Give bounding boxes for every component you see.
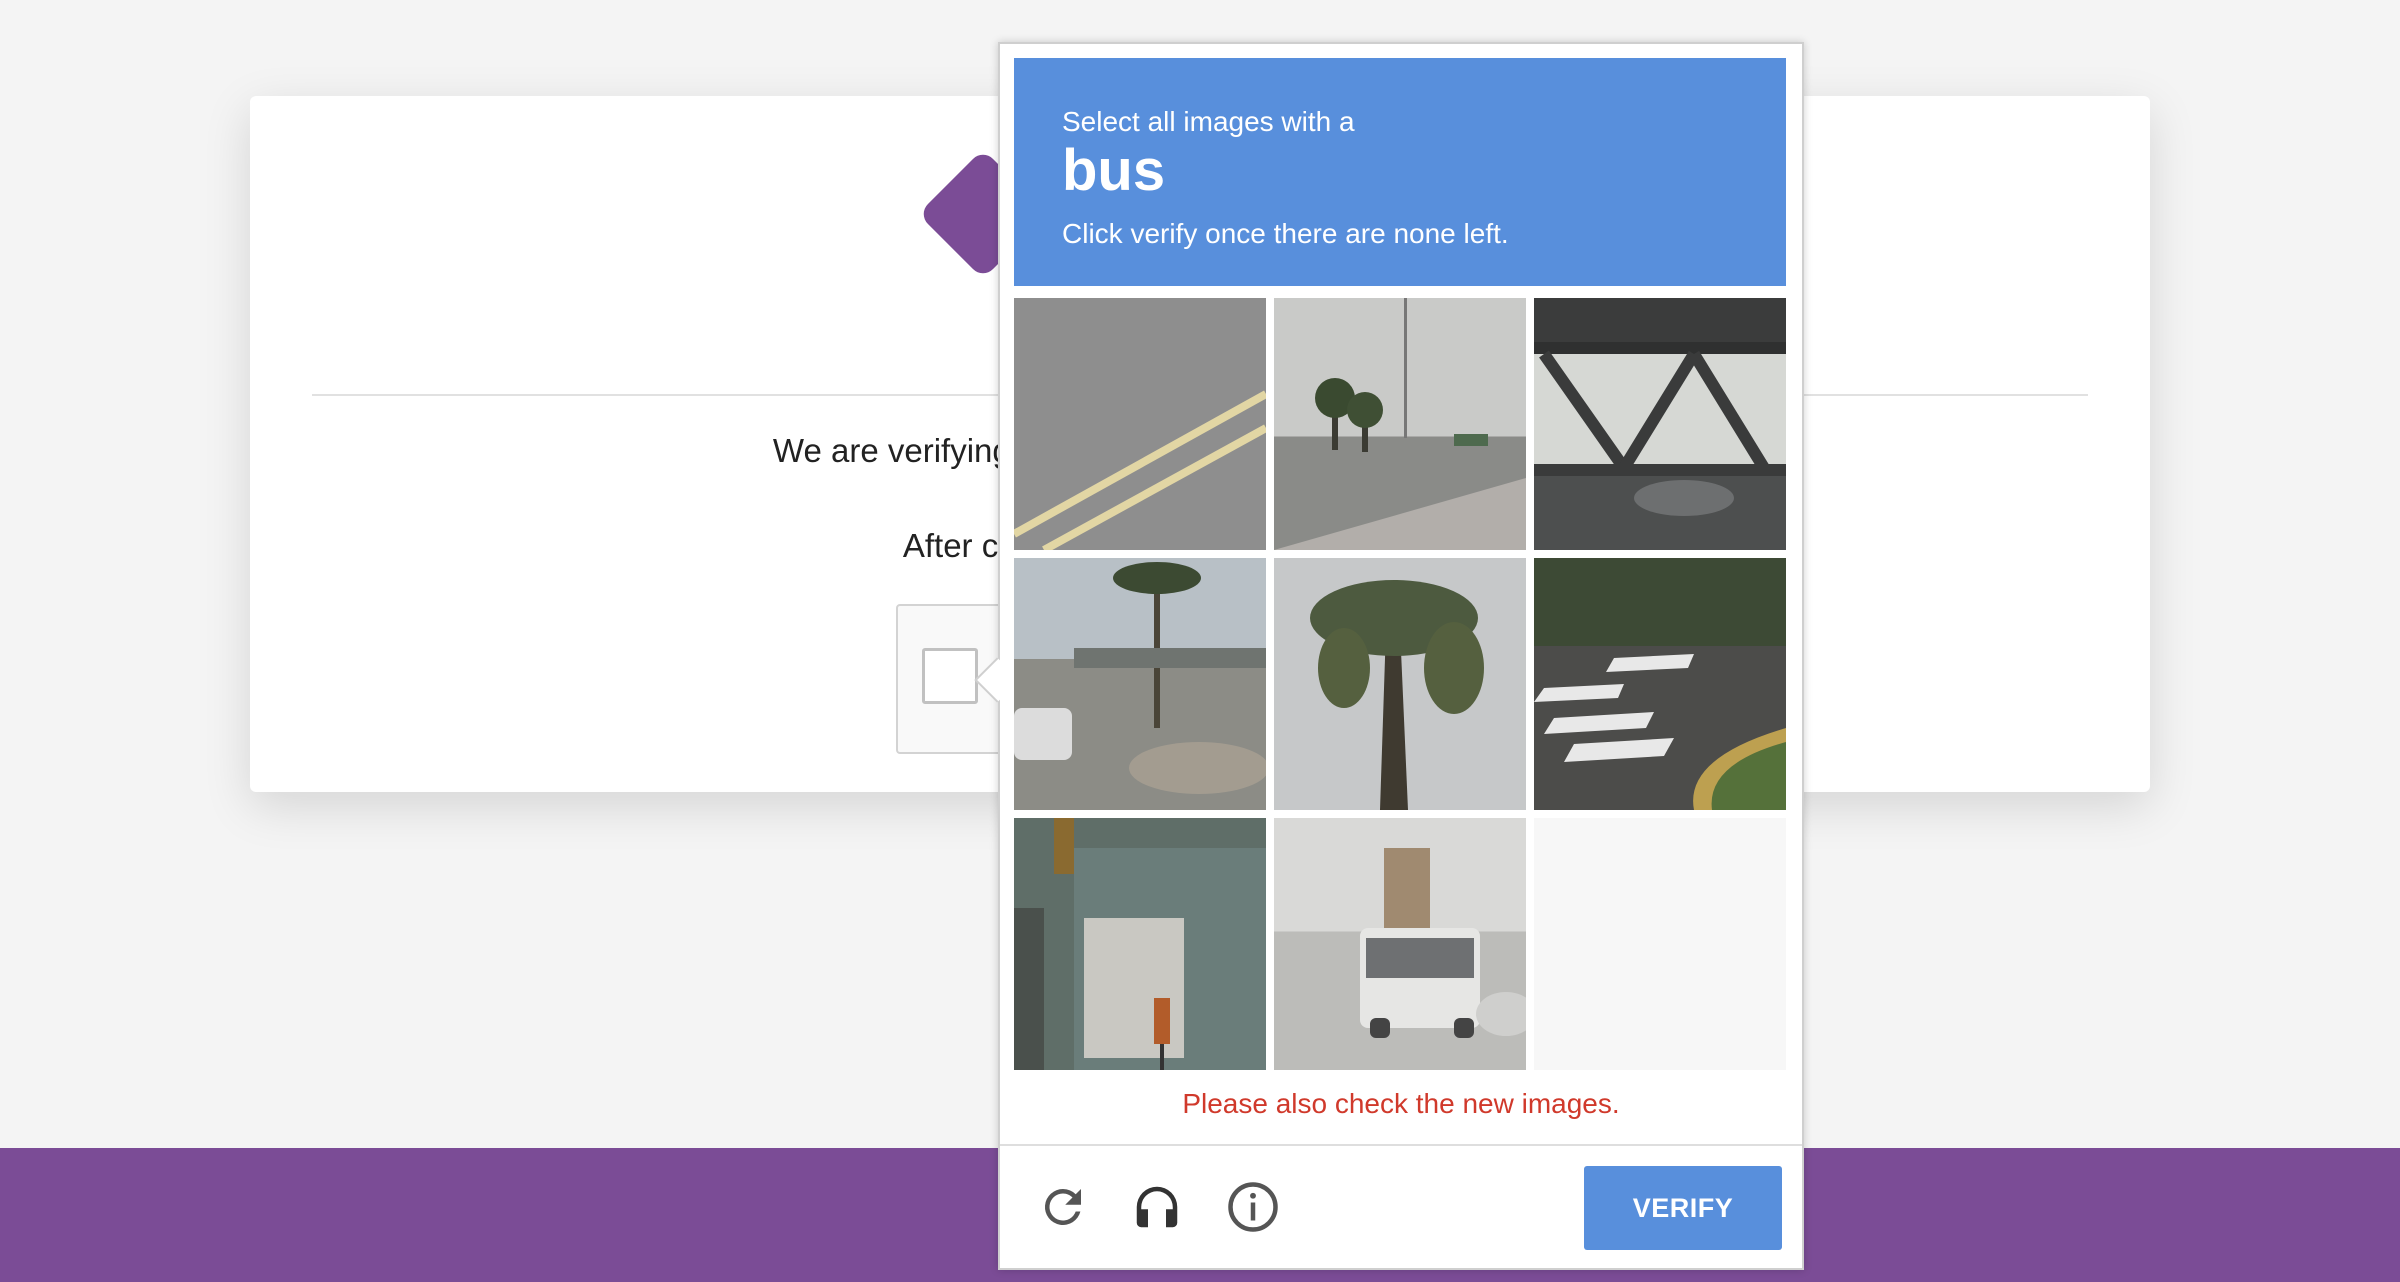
image-tile[interactable]	[1014, 818, 1266, 1070]
palm-tree-street-image	[1014, 562, 1266, 794]
footer-divider	[1000, 1144, 1802, 1146]
bridge-image	[1534, 298, 1786, 516]
captcha-challenge-popup: Select all images with a bus Click verif…	[974, 42, 1804, 1270]
palm-trees-road-image	[1274, 298, 1526, 550]
road-lines-image	[1014, 390, 1266, 550]
image-tile[interactable]	[1014, 298, 1266, 550]
verify-button[interactable]: VERIFY	[1584, 1166, 1782, 1250]
target-object-label: bus	[1062, 138, 1166, 203]
instruction-subtext: Click verify once there are none left.	[1062, 218, 1509, 249]
reload-button[interactable]	[1036, 1180, 1090, 1234]
recaptcha-checkbox[interactable]	[922, 648, 978, 704]
building-traffic-light-image	[1014, 818, 1266, 1070]
palm-tree-image	[1310, 580, 1484, 810]
image-tile[interactable]	[1014, 558, 1266, 810]
image-tile[interactable]	[1534, 818, 1786, 1070]
image-tile[interactable]	[1274, 818, 1526, 1070]
image-tile[interactable]	[1534, 298, 1786, 550]
reload-icon	[1044, 1189, 1081, 1225]
image-tile[interactable]	[1274, 298, 1526, 550]
bus-image	[1360, 848, 1526, 1038]
image-tile[interactable]	[1534, 558, 1786, 810]
instruction-text: Select all images with a	[1062, 106, 1355, 137]
headphones-icon	[1136, 1186, 1178, 1228]
blank-loading-image	[1534, 818, 1786, 1070]
audio-challenge-button[interactable]	[1130, 1180, 1184, 1234]
error-message: Please also check the new images.	[1182, 1088, 1620, 1119]
image-tile-grid	[1014, 298, 1786, 1074]
challenge-header: Select all images with a bus Click verif…	[1014, 58, 1786, 286]
info-icon	[1228, 1182, 1278, 1232]
image-tile[interactable]	[1274, 558, 1526, 810]
crosswalk-image	[1534, 654, 1786, 810]
help-button[interactable]	[1226, 1180, 1280, 1234]
